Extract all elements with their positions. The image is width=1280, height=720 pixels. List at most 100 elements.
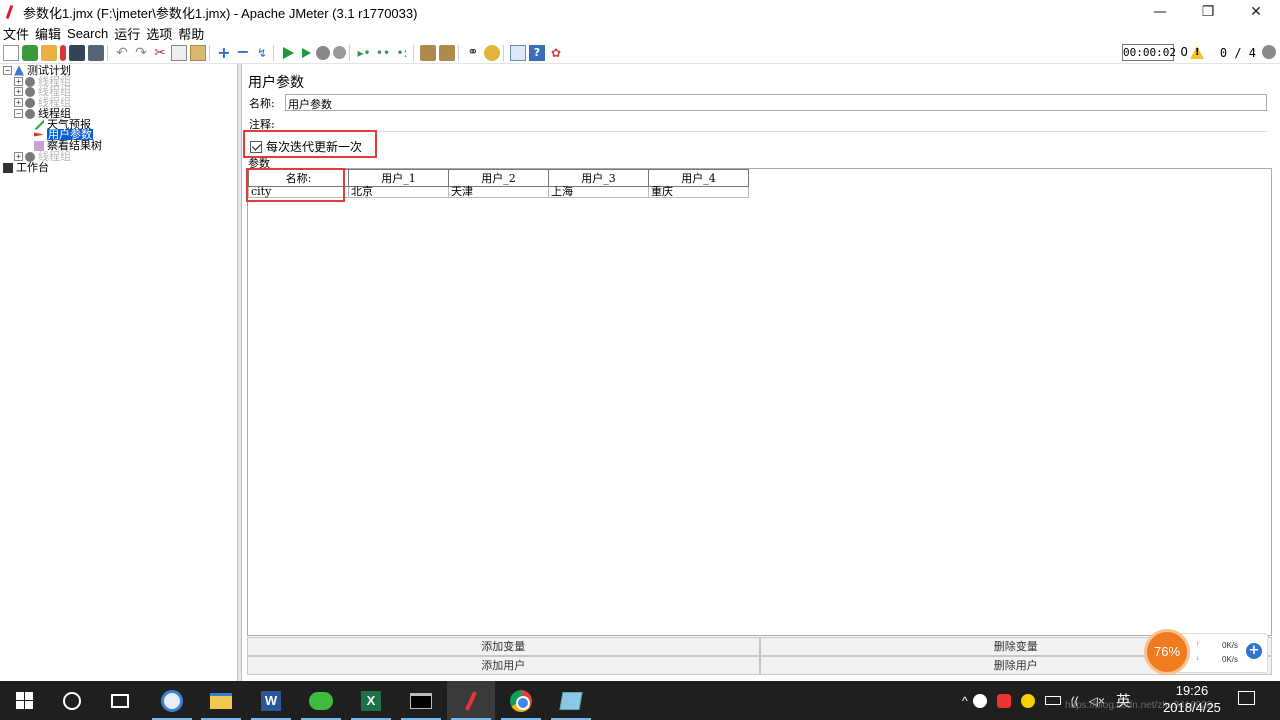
cortana-button[interactable] [48,681,96,720]
column-header-user-1[interactable]: 用户_1 [348,169,449,187]
collapse-all-icon[interactable]: − [235,43,251,61]
remote-stop-icon[interactable]: •• [375,45,391,61]
network-speed-widget[interactable]: 76% ↑ ↓ 0K/s 0K/s + [1144,629,1270,675]
name-row: 名称: 用户参数 [247,94,1267,111]
close-button[interactable]: ✕ [1232,0,1280,24]
accelerate-plus-icon[interactable]: + [1246,643,1262,659]
memory-usage-ball[interactable]: 76% [1144,629,1190,675]
expand-node-icon[interactable]: + [14,87,23,96]
thread-group-icon [25,86,35,97]
column-header-user-4[interactable]: 用户_4 [648,169,749,187]
table-cell-user-3[interactable]: 上海 [548,186,649,198]
taskbar-app-notes[interactable] [547,681,595,720]
folder-icon [210,692,232,709]
menu-file[interactable]: 文件 [0,24,32,43]
add-user-button[interactable]: 添加用户 [247,656,760,675]
menu-search[interactable]: Search [64,26,111,41]
start-no-pauses-icon[interactable] [302,47,311,58]
cortana-icon [63,691,81,710]
reset-search-icon[interactable] [484,44,500,61]
menu-options[interactable]: 选项 [143,24,175,43]
save-as-icon[interactable] [88,44,104,61]
expand-all-icon[interactable]: + [216,44,232,61]
add-variable-button[interactable]: 添加变量 [247,637,760,656]
collapse-node-icon[interactable]: − [3,66,12,75]
search-icon[interactable]: ⚭ [465,45,481,61]
jmeter-icon [464,690,478,711]
name-label: 名称: [249,96,275,110]
toolbar: ↶ ↷ ✂ + − ↯ ▸• •• •: ⚭ ? ✿ [0,42,1280,64]
toolbar-divider [503,44,504,61]
task-view-button[interactable] [96,681,144,720]
tray-app-icon[interactable] [996,693,1011,708]
collapse-node-icon[interactable]: − [14,109,23,118]
qq-icon [161,689,183,712]
start-button[interactable] [0,681,48,720]
new-icon[interactable] [3,44,19,61]
shutdown-icon[interactable] [333,46,346,59]
remote-start-icon[interactable]: ▸• [356,45,372,61]
table-cell-user-2[interactable]: 天津 [448,186,549,198]
minimize-button[interactable]: — [1136,0,1184,24]
help-icon[interactable]: ? [529,44,545,61]
show-hidden-icons-button[interactable]: ^ [962,694,968,708]
taskbar-app-explorer[interactable] [197,681,245,720]
templates-icon[interactable] [22,44,38,61]
name-input[interactable]: 用户参数 [285,94,1267,111]
taskbar-app-qq[interactable] [148,681,196,720]
start-icon[interactable] [283,46,294,59]
clear-all-icon[interactable] [439,44,455,61]
pane-splitter[interactable] [238,64,242,681]
tree-node[interactable]: 工作台 [3,162,49,173]
cut-icon[interactable]: ✂ [152,45,168,61]
error-counter[interactable]: 0 [1180,45,1204,59]
sampler-icon [34,119,44,130]
open-icon[interactable] [41,44,57,61]
expand-node-icon[interactable]: + [14,98,23,107]
menu-edit[interactable]: 编辑 [32,24,64,43]
comment-input[interactable] [285,115,1267,132]
window-controls: — ❐ ✕ [1136,0,1280,24]
expand-node-icon[interactable]: + [14,77,23,86]
taskbar-app-wechat[interactable] [297,681,345,720]
elapsed-timer: 00:00:02 [1122,44,1176,61]
config-icon [34,132,44,137]
taskbar-app-jmeter[interactable] [447,681,495,720]
stop-icon[interactable] [316,45,330,60]
toggle-icon[interactable]: ↯ [254,45,270,61]
redo-icon[interactable]: ↷ [133,45,149,61]
close-file-icon[interactable] [60,44,66,61]
menu-bar: 文件 编辑 Search 运行 选项 帮助 [0,24,1280,42]
copy-icon[interactable] [171,44,187,61]
taskbar-app-word[interactable]: W [247,681,295,720]
paste-icon[interactable] [190,44,206,61]
log-viewer-icon[interactable]: ✿ [548,45,564,61]
upload-arrow-icon: ↑ [1196,641,1200,648]
window-title: 参数化1.jmx (F:\jmeter\参数化1.jmx) - Apache J… [23,5,418,21]
remote-shutdown-icon[interactable]: •: [394,45,410,61]
maximize-button[interactable]: ❐ [1184,0,1232,24]
word-icon: W [261,690,281,711]
table-cell-user-1[interactable]: 北京 [348,186,449,198]
action-center-icon[interactable] [1238,691,1255,705]
tray-wechat-icon[interactable] [972,693,987,708]
table-cell-user-4[interactable]: 重庆 [648,186,749,198]
column-header-user-2[interactable]: 用户_2 [448,169,549,187]
column-header-user-3[interactable]: 用户_3 [548,169,649,187]
save-icon[interactable] [69,44,85,61]
highlight-box-checkbox [243,130,377,158]
system-clock[interactable]: 19:26 2018/4/25 [1158,683,1226,717]
toolbar-divider [349,44,350,61]
menu-run[interactable]: 运行 [111,24,143,43]
undo-icon[interactable]: ↶ [114,45,130,61]
menu-help[interactable]: 帮助 [175,24,207,43]
taskbar-app-cmd[interactable] [397,681,445,720]
clear-icon[interactable] [420,44,436,61]
taskbar-app-chrome[interactable] [497,681,545,720]
toolbar-divider [458,44,459,61]
expand-node-icon[interactable]: + [14,152,23,161]
tray-security-icon[interactable] [1020,693,1035,708]
battery-icon[interactable] [1044,696,1061,705]
function-helper-icon[interactable] [510,44,526,61]
taskbar-app-excel[interactable]: X [347,681,395,720]
